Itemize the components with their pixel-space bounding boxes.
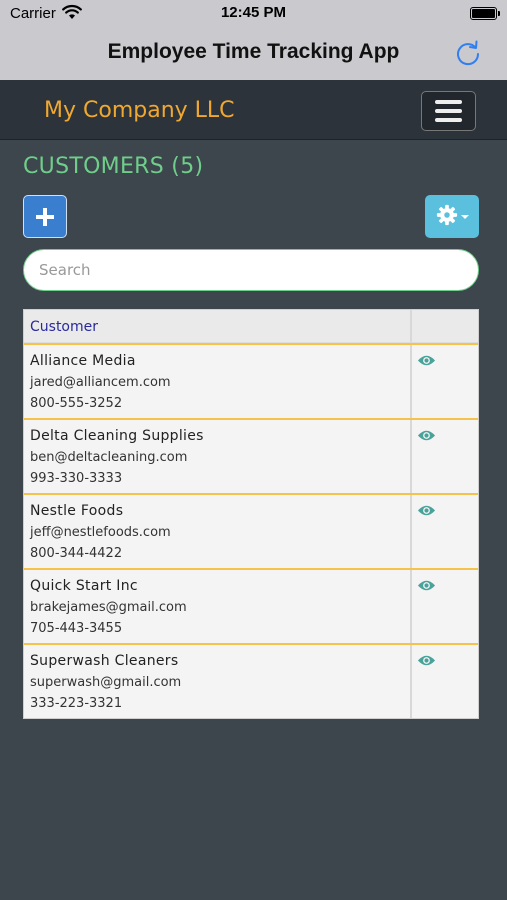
battery-icon [470, 7, 500, 20]
customer-name: Alliance Media [30, 353, 136, 369]
column-header-customer[interactable]: Customer [30, 319, 98, 335]
customer-email: superwash@gmail.com [30, 675, 182, 690]
add-customer-button[interactable] [23, 195, 67, 238]
nav-bar: Employee Time Tracking App [0, 28, 507, 80]
search-input[interactable] [24, 250, 478, 290]
customer-name: Delta Cleaning Supplies [30, 428, 204, 444]
refresh-icon[interactable] [453, 38, 483, 68]
hamburger-menu-icon [435, 100, 462, 104]
customer-email: jeff@nestlefoods.com [30, 525, 171, 540]
customer-phone: 333-223-3321 [30, 696, 123, 711]
table-row[interactable]: Superwash Cleaners superwash@gmail.com 3… [24, 643, 478, 718]
search-field[interactable] [23, 249, 479, 291]
customer-name: Nestle Foods [30, 503, 124, 519]
company-header: My Company LLC [0, 80, 507, 140]
table-header: Customer [24, 310, 478, 343]
eye-icon[interactable] [417, 653, 436, 668]
company-name[interactable]: My Company LLC [44, 98, 235, 123]
customer-phone: 800-344-4422 [30, 546, 123, 561]
table-row[interactable]: Nestle Foods jeff@nestlefoods.com 800-34… [24, 493, 478, 568]
eye-icon[interactable] [417, 353, 436, 368]
customer-email: jared@alliancem.com [30, 375, 171, 390]
customer-email: brakejames@gmail.com [30, 600, 187, 615]
eye-icon[interactable] [417, 578, 436, 593]
app-title: Employee Time Tracking App [107, 40, 400, 63]
hamburger-menu-button[interactable] [421, 91, 476, 131]
status-bar: Carrier 12:45 PM [0, 0, 507, 28]
customer-name: Superwash Cleaners [30, 653, 179, 669]
customer-phone: 800-555-3252 [30, 396, 123, 411]
eye-icon[interactable] [417, 428, 436, 443]
customer-name: Quick Start Inc [30, 578, 138, 594]
customer-email: ben@deltacleaning.com [30, 450, 188, 465]
clock: 12:45 PM [220, 4, 287, 21]
customers-table: Customer Alliance Media jared@alliancem.… [23, 309, 479, 719]
table-row[interactable]: Delta Cleaning Supplies ben@deltacleanin… [24, 418, 478, 493]
gear-icon [436, 204, 458, 226]
settings-dropdown-button[interactable] [425, 195, 479, 238]
customer-phone: 705-443-3455 [30, 621, 123, 636]
chevron-down-icon [461, 215, 469, 219]
customer-phone: 993-330-3333 [30, 471, 123, 486]
page-title: CUSTOMERS (5) [23, 154, 204, 179]
eye-icon[interactable] [417, 503, 436, 518]
table-row[interactable]: Quick Start Inc brakejames@gmail.com 705… [24, 568, 478, 643]
table-row[interactable]: Alliance Media jared@alliancem.com 800-5… [24, 343, 478, 418]
